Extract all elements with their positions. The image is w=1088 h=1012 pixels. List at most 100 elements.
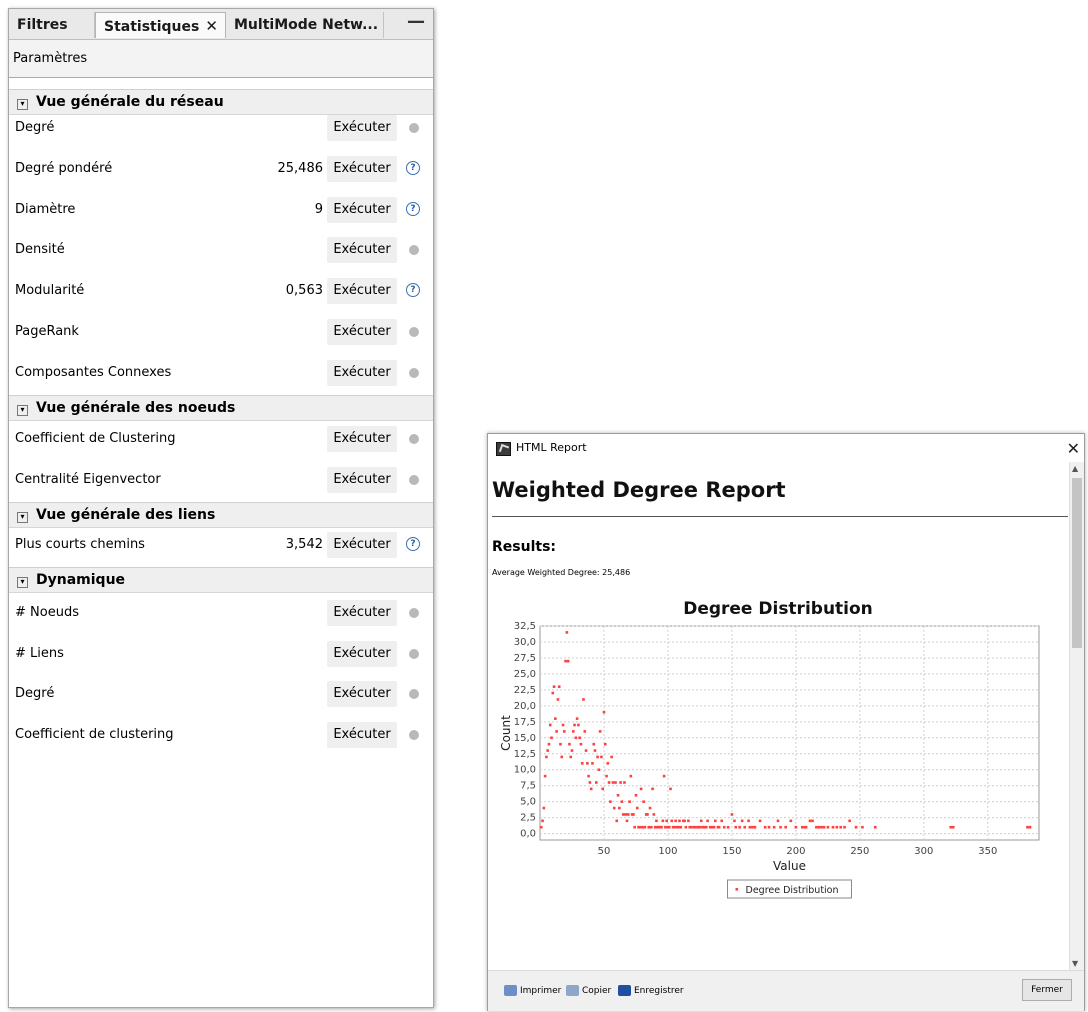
save-label: Enregistrer: [634, 986, 684, 996]
statistic-row: Coefficient de Clustering Exécuter: [9, 424, 433, 454]
vertical-scrollbar[interactable]: ▲ ▼: [1069, 462, 1084, 970]
chart-title: Degree Distribution: [683, 599, 873, 619]
section-header[interactable]: ▾ Vue générale des liens: [9, 502, 433, 528]
section-title: Vue générale du réseau: [36, 94, 224, 110]
status-dot-icon: [409, 245, 419, 255]
run-button[interactable]: Exécuter: [327, 197, 397, 223]
scroll-up-icon[interactable]: ▲: [1072, 464, 1078, 473]
copy-button[interactable]: Copier: [566, 984, 611, 998]
run-button[interactable]: Exécuter: [327, 467, 397, 493]
x-tick-label: 200: [786, 846, 805, 857]
data-point: [634, 793, 638, 797]
data-point: [592, 742, 596, 746]
data-point: [734, 825, 738, 829]
data-point: [873, 825, 877, 829]
scroll-down-icon[interactable]: ▼: [1072, 959, 1078, 968]
report-title: Weighted Degree Report: [492, 478, 786, 502]
section-header[interactable]: ▾ Vue générale du réseau: [9, 89, 433, 115]
run-button[interactable]: Exécuter: [327, 641, 397, 667]
close-button[interactable]: Fermer: [1022, 979, 1072, 1001]
data-point: [543, 774, 547, 778]
run-button[interactable]: Exécuter: [327, 600, 397, 626]
statistic-label: Modularité: [15, 283, 85, 298]
run-button[interactable]: Exécuter: [327, 237, 397, 263]
data-point: [568, 742, 571, 746]
collapse-toggle-icon[interactable]: ▾: [17, 405, 28, 416]
run-button[interactable]: Exécuter: [327, 532, 397, 558]
tab-multimode[interactable]: MultiMode Netw...: [226, 12, 384, 38]
data-point: [699, 819, 703, 823]
data-point: [820, 825, 823, 829]
run-button[interactable]: Exécuter: [327, 319, 397, 345]
statistic-value: 25,486: [277, 161, 324, 176]
data-point: [618, 806, 621, 810]
statistic-value: 3,542: [285, 537, 323, 552]
data-point: [629, 774, 633, 778]
run-button[interactable]: Exécuter: [327, 426, 397, 452]
degree-distribution-chart: 0,0 2,5 5,0 7,5 10,0 12,5 15,0 17,5 20,0 22,5 25,0…: [499, 621, 1040, 899]
statistic-row: Degré Exécuter: [9, 113, 433, 143]
y-tick-label: 22,5: [514, 685, 536, 696]
close-icon[interactable]: ✕: [1067, 435, 1080, 463]
run-button[interactable]: Exécuter: [327, 722, 397, 748]
print-button[interactable]: Imprimer: [504, 984, 561, 998]
data-point: [624, 813, 628, 816]
data-point: [625, 819, 629, 823]
help-icon[interactable]: ?: [406, 537, 420, 551]
data-point: [565, 631, 569, 634]
status-dot-icon: [409, 123, 419, 133]
data-point: [673, 825, 676, 829]
data-point: [646, 813, 649, 816]
run-button[interactable]: Exécuter: [327, 681, 397, 707]
data-point: [582, 698, 585, 701]
data-point: [598, 730, 602, 733]
section-header[interactable]: ▾ Vue générale des noeuds: [9, 395, 433, 421]
legend-marker: [735, 888, 739, 891]
data-point: [586, 762, 589, 765]
statistic-row: Degré pondéré 25,486 Exécuter?: [9, 154, 433, 184]
collapse-toggle-icon[interactable]: ▾: [17, 99, 28, 110]
data-point: [559, 742, 562, 746]
legend-label: Degree Distribution: [746, 885, 839, 896]
data-point: [800, 825, 804, 829]
data-point: [557, 685, 561, 688]
collapse-toggle-icon[interactable]: ▾: [17, 577, 28, 588]
data-point: [683, 819, 686, 823]
run-button[interactable]: Exécuter: [327, 156, 397, 182]
close-tab-icon[interactable]: ✕: [205, 17, 218, 35]
tab-filtres[interactable]: Filtres: [9, 12, 95, 38]
statistic-row: Composantes Connexes Exécuter: [9, 358, 433, 388]
collapse-toggle-icon[interactable]: ▾: [17, 512, 28, 523]
data-point: [635, 806, 639, 810]
tab-statistiques[interactable]: Statistiques ✕: [95, 12, 226, 38]
run-button[interactable]: Exécuter: [327, 360, 397, 386]
data-point: [817, 825, 821, 829]
data-point: [539, 825, 543, 829]
tab-statistiques-label: Statistiques: [104, 19, 200, 35]
run-button[interactable]: Exécuter: [327, 115, 397, 141]
run-button[interactable]: Exécuter: [327, 278, 397, 304]
data-point: [951, 825, 955, 829]
data-point: [542, 806, 546, 810]
section-header[interactable]: ▾ Dynamique: [9, 567, 433, 593]
data-point: [639, 787, 643, 791]
x-tick-label: 300: [914, 846, 933, 857]
report-content: Weighted Degree Report Results: Average …: [488, 462, 1068, 970]
help-icon[interactable]: ?: [406, 161, 420, 175]
parameters-link[interactable]: Paramètres: [9, 40, 433, 78]
html-report-window: HTML Report ✕ Weighted Degree Report Res…: [487, 433, 1085, 1011]
data-point: [949, 825, 953, 829]
data-point: [848, 819, 851, 823]
help-icon[interactable]: ?: [406, 283, 420, 297]
minimize-icon[interactable]: —: [407, 11, 425, 32]
scroll-thumb[interactable]: [1072, 478, 1082, 648]
statistic-row: Densité Exécuter: [9, 235, 433, 265]
data-point: [831, 825, 835, 829]
data-point: [641, 825, 644, 829]
statistic-label: # Liens: [15, 646, 64, 661]
x-tick-label: 150: [722, 846, 741, 857]
statistic-row: PageRank Exécuter: [9, 317, 433, 347]
save-button[interactable]: Enregistrer: [618, 984, 684, 998]
help-icon[interactable]: ?: [406, 202, 420, 216]
statistic-label: Coefficient de Clustering: [15, 431, 176, 446]
